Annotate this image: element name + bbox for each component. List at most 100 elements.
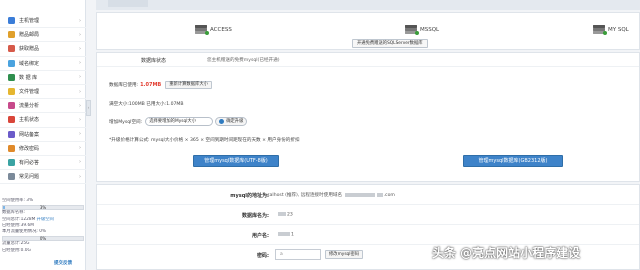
change-password-button[interactable]: 修改mysql密码 xyxy=(325,250,364,259)
user-value: 1 xyxy=(277,232,294,238)
address-value: localhost (推荐), 远程连接时使用域名 .com xyxy=(263,192,395,198)
question-icon xyxy=(8,158,15,166)
sidebar-item-11[interactable]: 常见问题 › xyxy=(0,170,86,185)
traffic-usage-text: 0% xyxy=(39,236,47,242)
dbname-value-text: 23 xyxy=(287,212,293,218)
user-value-text: 1 xyxy=(291,232,294,238)
gear-icon xyxy=(219,119,225,124)
faq-icon xyxy=(8,173,15,181)
status-icon xyxy=(8,116,15,124)
watermark: 头条 @亮点网站小程序建设 xyxy=(432,246,581,260)
feedback-button[interactable]: 提交反馈 xyxy=(54,260,72,266)
confirm-upgrade-button[interactable]: 确定升级 xyxy=(215,117,248,126)
space-usage-text: 3% xyxy=(39,205,47,211)
db-type-mssql[interactable]: MSSQL xyxy=(405,25,440,35)
gift-icon xyxy=(8,45,15,53)
db-usage-row: 数据库已使用: 1.07MB 重新计算数据库大小 xyxy=(109,81,212,89)
globe-icon xyxy=(8,59,15,67)
sidebar: 主机管理 › 赠品邮局 › 获取赠品 › 域名绑定 › 数 据 库 › 文件管理 › 流量分析 › 主机状态… xyxy=(0,0,86,270)
sidebar-item-1[interactable]: 赠品邮局 › xyxy=(0,28,86,43)
password-field[interactable]: a xyxy=(275,249,321,260)
chart-icon xyxy=(8,102,15,110)
info-row-dbname: 数据库名为: 23 xyxy=(97,205,639,225)
sidebar-item-8[interactable]: 网站备案 › xyxy=(0,128,86,142)
db-type-access[interactable]: ACCESS xyxy=(195,25,232,35)
confirm-upgrade-label: 确定升级 xyxy=(226,119,244,124)
address-value-text: localhost (推荐), 远程连接时使用域名 xyxy=(263,193,343,198)
folder-icon xyxy=(8,88,15,96)
info-row-user: 用户名: 1 xyxy=(97,225,639,245)
open-free-sqlserver-button[interactable]: 开通免费赠送的SQLServer数据库 xyxy=(352,39,428,48)
sidebar-item-10[interactable]: 有问必答 › xyxy=(0,156,86,171)
chevron-right-icon: › xyxy=(79,173,81,180)
sidebar-item-6[interactable]: 流量分析 › xyxy=(0,99,86,114)
space-usage-label: 空间使用率: 3% xyxy=(2,198,34,203)
sidebar-item-label: 获取赠品 xyxy=(19,46,40,53)
db-type-mysql[interactable]: MY SQL xyxy=(593,25,629,35)
chevron-right-icon: › xyxy=(79,45,81,52)
mysql-size-select[interactable]: 选择要增加的Mysql大小 xyxy=(145,117,214,126)
db-status-value: 您主机赠送的免费mysql(已经开通) xyxy=(207,58,280,63)
sidebar-item-7[interactable]: 主机状态 › xyxy=(0,113,86,128)
chevron-right-icon: › xyxy=(79,131,81,138)
chevron-right-icon: › xyxy=(79,74,81,81)
chevron-right-icon: › xyxy=(79,145,81,152)
db-type-access-label: ACCESS xyxy=(210,26,232,33)
sidebar-item-label: 文件管理 xyxy=(19,89,40,96)
chevron-right-icon: › xyxy=(79,31,81,38)
chevron-right-icon: › xyxy=(79,116,81,123)
address-suffix: .com xyxy=(383,193,395,198)
db-type-mssql-label: MSSQL xyxy=(420,26,440,33)
sidebar-item-label: 修改密码 xyxy=(19,145,40,152)
top-tab[interactable] xyxy=(108,0,148,7)
sidebar-item-0[interactable]: 主机管理 › xyxy=(0,14,86,29)
dbname-value: 23 xyxy=(277,212,293,218)
db-type-mysql-label: MY SQL xyxy=(608,26,629,33)
record-icon xyxy=(8,130,15,138)
sidebar-item-label: 主机状态 xyxy=(19,117,40,124)
sidebar-item-label: 数 据 库 xyxy=(19,74,38,81)
sidebar-item-label: 有问必答 xyxy=(19,159,40,166)
sidebar-item-label: 域名绑定 xyxy=(19,60,40,67)
key-icon xyxy=(8,144,15,152)
recalc-size-button[interactable]: 重新计算数据库大小 xyxy=(165,81,212,89)
mysql-panel: 数据库状态 您主机赠送的免费mysql(已经开通) 数据库已使用: 1.07MB… xyxy=(96,52,640,182)
server-icon xyxy=(195,25,209,35)
sidebar-item-4[interactable]: 数 据 库 › xyxy=(0,71,86,85)
user-label: 用户名: xyxy=(252,233,269,239)
manage-mysql-utf8-button[interactable]: 管理mysql数据库(UTF-8版) xyxy=(193,155,279,167)
sidebar-item-9[interactable]: 修改密码 › xyxy=(0,142,86,156)
chevron-right-icon: › xyxy=(79,17,81,24)
db-size-line: 满空大小:100MB 已用大小:1.07MB xyxy=(109,102,184,107)
db-usage-value: 1.07MB xyxy=(140,82,162,88)
db-status-row: 数据库状态 您主机赠送的免费mysql(已经开通) xyxy=(97,53,639,67)
manage-mysql-gb2312-button[interactable]: 管理mysql数据库(GB2312版) xyxy=(463,155,563,167)
sidebar-collapse-handle[interactable]: ‹ xyxy=(86,100,91,116)
sidebar-item-3[interactable]: 域名绑定 › xyxy=(0,57,86,71)
top-strip xyxy=(96,0,640,10)
chevron-right-icon: › xyxy=(79,60,81,67)
increase-space-row: 增加Mysql空间: 选择要增加的Mysql大小 确定升级 xyxy=(109,117,248,126)
db-status-label: 数据库状态 xyxy=(141,58,167,64)
traffic-usage-label: 本月流量使用情况: 0% xyxy=(2,229,47,235)
mail-icon xyxy=(8,31,15,39)
dbname-label: 数据库名为: xyxy=(241,213,269,219)
sidebar-stats: 空间使用率: 3% 3% 数据库名称: 空间总计:1228M 升级空间 已经使用… xyxy=(2,198,84,266)
server-icon xyxy=(8,17,15,25)
sidebar-item-label: 流量分析 xyxy=(19,103,40,110)
sidebar-item-5[interactable]: 文件管理 › xyxy=(0,85,86,100)
main-content: ACCESS MSSQL MY SQL 开通免费赠送的SQLServer数据库 … xyxy=(96,0,640,270)
sidebar-item-label: 赠品邮局 xyxy=(19,32,40,39)
upgrade-space-link[interactable]: 升级空间 xyxy=(37,217,54,222)
info-row-address: mysql的地址为: localhost (推荐), 远程连接时使用域名 .co… xyxy=(97,185,639,205)
space-quota-text: 空间总计:1228M xyxy=(2,216,36,222)
server-icon xyxy=(593,25,607,35)
database-icon xyxy=(8,73,15,81)
space-usage-bar: 3% xyxy=(2,204,84,211)
chevron-right-icon: › xyxy=(79,102,81,109)
sidebar-item-label: 主机管理 xyxy=(19,18,40,25)
chevron-right-icon: › xyxy=(79,159,81,166)
db-usage-label: 数据库已使用: xyxy=(109,83,139,88)
increase-space-label: 增加Mysql空间: xyxy=(109,119,143,125)
sidebar-item-2[interactable]: 获取赠品 › xyxy=(0,42,86,57)
